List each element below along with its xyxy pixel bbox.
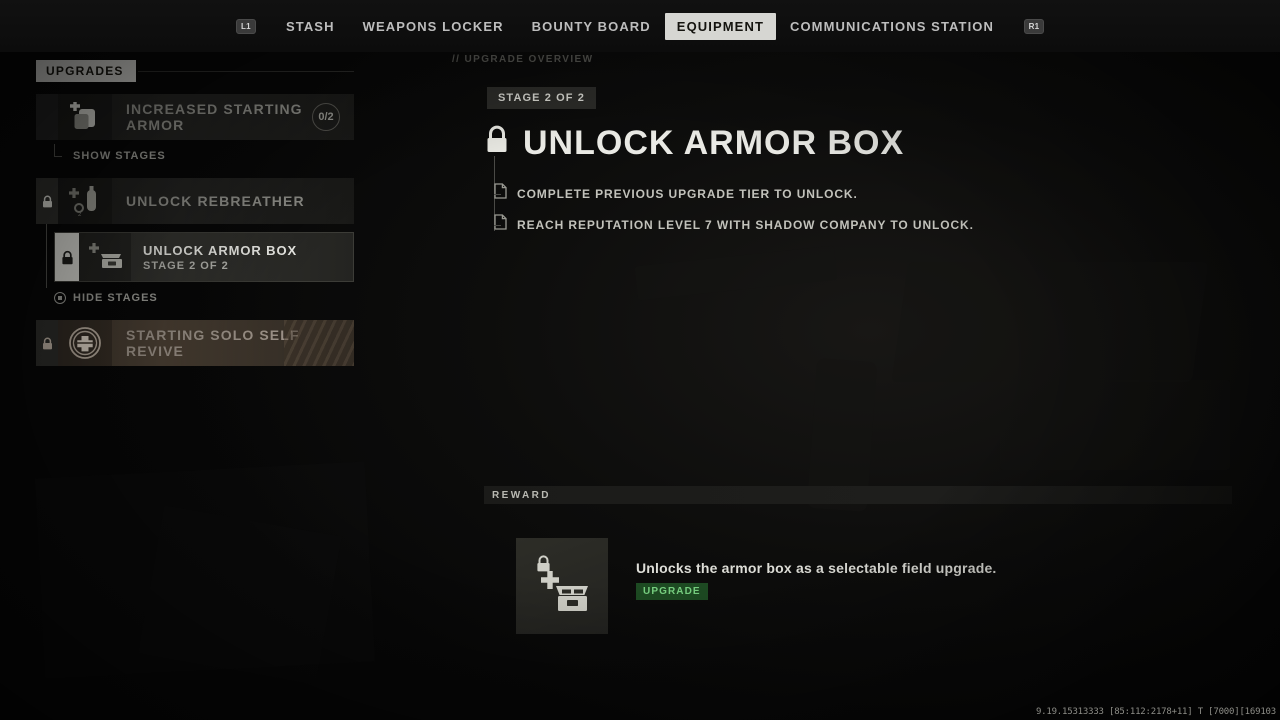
tab-stash[interactable]: STASH [272,13,349,40]
stage-item-subtitle: STAGE 2 OF 2 [143,259,229,272]
background-silhouette [34,461,376,679]
reward-text-block: Unlocks the armor box as a selectable fi… [636,538,997,600]
lock-icon [484,125,510,160]
debug-build-string: 9.19.15313333 [85:112:2178+11] T [7000][… [1035,707,1276,717]
stage-item-unlock-armor-box[interactable]: UNLOCK ARMOR BOX STAGE 2 OF 2 [54,232,354,282]
tree-elbow-icon [54,144,66,162]
sidebar-item-increased-starting-armor[interactable]: INCREASED STARTING ARMOR 0/2 [36,94,354,140]
requirement-text: REACH REPUTATION LEVEL 7 WITH SHADOW COM… [517,217,974,232]
sidebar-item-starting-solo-self-revive[interactable]: STARTING SOLO SELF REVIVE [36,320,354,366]
page-title: UNLOCK ARMOR BOX [523,123,905,162]
sidebar-item-unlock-rebreather[interactable]: 2 UNLOCK REBREATHER [36,178,354,224]
rebreather-tank-icon: 2 [58,178,112,224]
show-stages-label: SHOW STAGES [73,150,166,162]
armor-box-reward-icon [516,538,608,634]
stage-item-text: UNLOCK ARMOR BOX STAGE 2 OF 2 [131,243,297,272]
tab-bounty-board[interactable]: BOUNTY BOARD [518,13,665,40]
left-bumper-icon[interactable]: L1 [235,18,256,34]
sidebar-header-label: UPGRADES [36,60,136,82]
sidebar-header-rule [137,70,354,72]
decorative-art [284,320,354,366]
document-icon [494,214,507,235]
reward-type-tag: UPGRADE [636,583,708,600]
background-silhouette [634,245,838,301]
reward-description: Unlocks the armor box as a selectable fi… [636,560,997,576]
page-title-row: UNLOCK ARMOR BOX [484,125,1248,160]
armor-box-icon [79,233,131,281]
upgrade-progress-counter: 0/2 [312,103,340,131]
tab-communications-station[interactable]: COMMUNICATIONS STATION [776,13,1008,40]
stage-item-title: UNLOCK ARMOR BOX [143,242,298,258]
requirements-list: COMPLETE PREVIOUS UPGRADE TIER TO UNLOCK… [490,156,1248,240]
self-revive-icon [58,320,112,366]
requirement-item: COMPLETE PREVIOUS UPGRADE TIER TO UNLOCK… [490,178,1248,209]
equipment-upgrades-screen: L1 STASH WEAPONS LOCKER BOUNTY BOARD EQU… [0,0,1280,720]
sidebar-item-label: INCREASED STARTING ARMOR [126,101,303,133]
lock-icon [36,178,58,224]
armor-plate-icon [58,94,112,140]
lock-icon [55,233,79,281]
tab-equipment[interactable]: EQUIPMENT [664,12,776,40]
right-bumper-icon[interactable]: R1 [1024,18,1045,34]
hide-stages-label: HIDE STAGES [73,292,158,304]
square-button-icon [54,292,66,304]
upgrades-sidebar: UPGRADES INCREASED STARTING ARMOR 0/2 SH… [36,60,354,366]
background-silhouette [138,505,342,685]
sidebar-item-label: UNLOCK REBREATHER [126,193,305,209]
upgrade-overview-panel: // UPGRADE OVERVIEW STAGE 2 OF 2 UNLOCK … [452,54,1248,240]
reward-section-header: REWARD [484,486,1232,504]
show-stages-toggle[interactable]: SHOW STAGES [36,144,354,166]
panel-overview-label: // UPGRADE OVERVIEW [452,54,594,65]
stage-list: UNLOCK ARMOR BOX STAGE 2 OF 2 [36,224,354,288]
background-silhouette [891,262,1209,382]
sidebar-header: UPGRADES [36,60,354,82]
requirement-item: REACH REPUTATION LEVEL 7 WITH SHADOW COM… [490,209,1248,240]
document-icon [494,183,507,204]
background-silhouette [1000,380,1230,470]
requirement-text: COMPLETE PREVIOUS UPGRADE TIER TO UNLOCK… [517,186,858,201]
reward-content: Unlocks the armor box as a selectable fi… [516,538,997,634]
unlocked-slot [36,94,58,140]
hide-stages-toggle[interactable]: HIDE STAGES [36,288,354,308]
stage-badge: STAGE 2 OF 2 [487,87,596,109]
svg-text:2: 2 [78,212,82,217]
tab-weapons-locker[interactable]: WEAPONS LOCKER [349,13,518,40]
top-navigation-bar: L1 STASH WEAPONS LOCKER BOUNTY BOARD EQU… [0,0,1280,52]
reward-section-label: REWARD [492,489,551,501]
lock-icon [36,320,58,366]
